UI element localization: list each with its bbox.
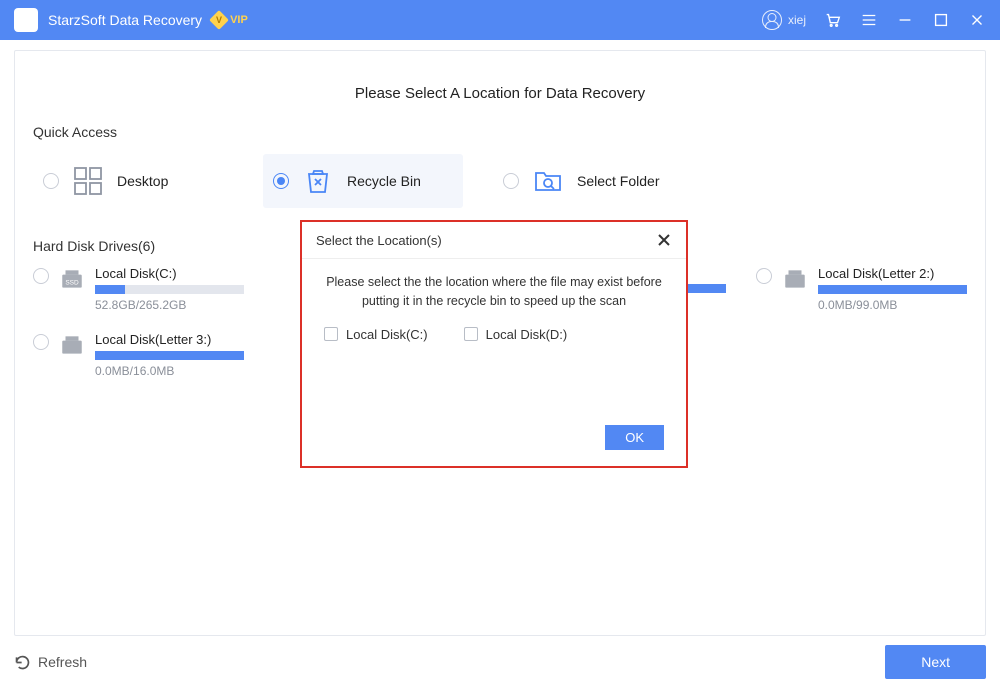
qa-desktop-label: Desktop (117, 173, 168, 189)
recycle-bin-icon (301, 164, 335, 198)
maximize-icon[interactable] (932, 11, 950, 29)
drive-name: Local Disk(Letter 3:) (95, 332, 244, 347)
refresh-icon (14, 654, 31, 671)
radio-desktop[interactable] (43, 173, 59, 189)
checkbox-icon (324, 327, 338, 341)
dialog-title: Select the Location(s) (316, 233, 442, 248)
drive-item[interactable]: SSD Local Disk(C:) 52.8GB/265.2GB (33, 266, 244, 312)
dialog-close-button[interactable] (656, 232, 672, 248)
close-icon (657, 233, 671, 247)
checkbox-icon (464, 327, 478, 341)
menu-icon[interactable] (860, 11, 878, 29)
user-section[interactable]: xiej (762, 10, 806, 30)
cart-icon[interactable] (824, 11, 842, 29)
footer: Refresh Next (14, 642, 986, 682)
radio-drive-c[interactable] (33, 268, 49, 284)
qa-select-folder-label: Select Folder (577, 173, 659, 189)
quick-access-label: Quick Access (33, 124, 967, 140)
svg-text:SSD: SSD (65, 279, 79, 286)
dialog-header: Select the Location(s) (302, 222, 686, 259)
hdd-icon (782, 266, 808, 292)
ok-button[interactable]: OK (605, 425, 664, 450)
radio-recycle[interactable] (273, 173, 289, 189)
dialog-message: Please select the the location where the… (324, 273, 664, 311)
app-logo (14, 8, 38, 32)
page-title: Please Select A Location for Data Recove… (33, 85, 967, 102)
drive-item[interactable]: Local Disk(Letter 3:) 0.0MB/16.0MB (33, 332, 244, 378)
app-title: StarzSoft Data Recovery (48, 12, 202, 28)
qa-recycle-bin[interactable]: Recycle Bin (263, 154, 463, 208)
close-icon[interactable] (968, 11, 986, 29)
download-icon (18, 12, 34, 28)
drive-size: 0.0MB/16.0MB (95, 364, 244, 378)
radio-drive-letter2[interactable] (756, 268, 772, 284)
qa-select-folder[interactable]: Select Folder (493, 154, 693, 208)
user-name: xiej (788, 13, 806, 27)
drive-name: Local Disk(C:) (95, 266, 244, 281)
select-location-dialog: Select the Location(s) Please select the… (300, 220, 688, 468)
ssd-icon: SSD (59, 266, 85, 292)
drive-size: 0.0MB/99.0MB (818, 298, 967, 312)
drive-bar (95, 285, 244, 294)
hdd-icon (59, 332, 85, 358)
refresh-button[interactable]: Refresh (14, 654, 87, 671)
qa-desktop[interactable]: Desktop (33, 154, 233, 208)
drive-item[interactable]: Local Disk(Letter 2:) 0.0MB/99.0MB (756, 266, 967, 312)
checkbox-label: Local Disk(C:) (346, 327, 428, 342)
checkbox-label: Local Disk(D:) (486, 327, 568, 342)
radio-drive-letter3[interactable] (33, 334, 49, 350)
checkbox-local-disk-c[interactable]: Local Disk(C:) (324, 327, 428, 342)
vip-badge: V VIP (212, 13, 248, 27)
refresh-label: Refresh (38, 654, 87, 670)
title-bar: StarzSoft Data Recovery V VIP xiej (0, 0, 1000, 40)
drive-bar (95, 351, 244, 360)
checkbox-local-disk-d[interactable]: Local Disk(D:) (464, 327, 568, 342)
folder-search-icon (531, 164, 565, 198)
vip-label: VIP (230, 14, 248, 26)
next-button[interactable]: Next (885, 645, 986, 679)
minimize-icon[interactable] (896, 11, 914, 29)
drive-name: Local Disk(Letter 2:) (818, 266, 967, 281)
desktop-icon (71, 164, 105, 198)
drive-bar (818, 285, 967, 294)
diamond-icon: V (209, 10, 229, 30)
radio-select-folder[interactable] (503, 173, 519, 189)
qa-recycle-label: Recycle Bin (347, 173, 421, 189)
avatar-icon (762, 10, 782, 30)
quick-access-row: Desktop Recycle Bin Select Folder (33, 154, 967, 208)
drive-size: 52.8GB/265.2GB (95, 298, 244, 312)
